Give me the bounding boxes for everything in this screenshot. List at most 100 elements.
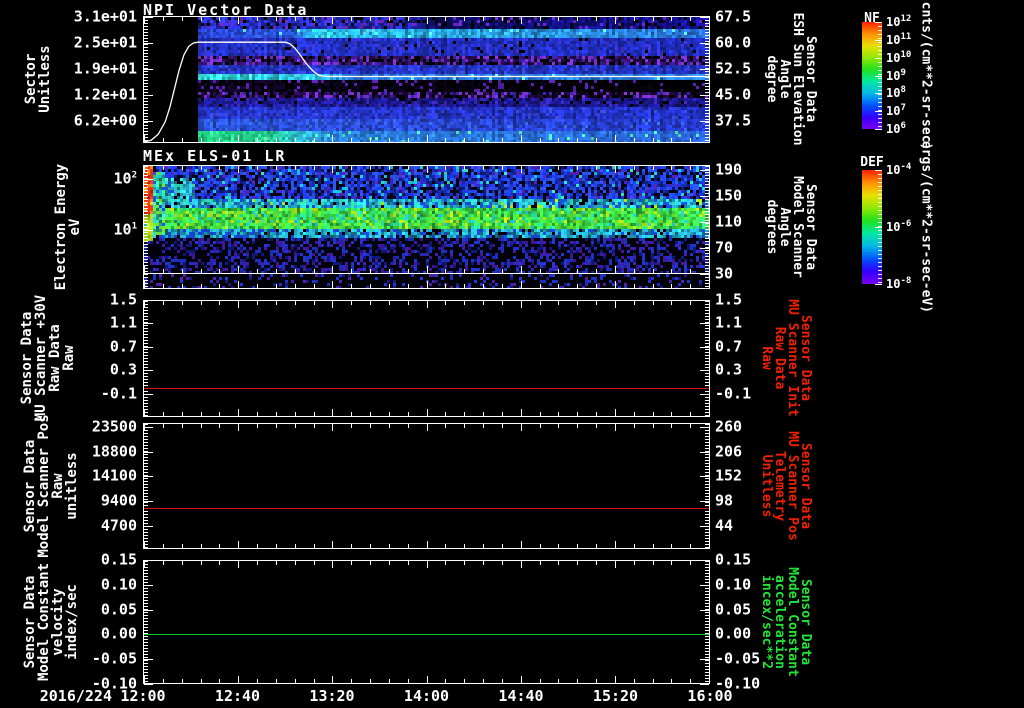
axis-tick — [388, 301, 390, 305]
y-axis-label-left: Sensor Data Model Constant velocity inde… — [22, 562, 80, 682]
colorbar-tick-label: 107 — [886, 103, 906, 119]
colorbar-tick-label: 1010 — [886, 49, 912, 65]
axis-tick — [700, 170, 709, 171]
colorbar-tick-label: 106 — [886, 121, 906, 136]
axis-tick — [690, 561, 692, 565]
axis-tick — [370, 544, 371, 548]
axis-tick — [200, 679, 202, 683]
axis-tick — [596, 284, 597, 288]
axis-tick — [144, 526, 153, 527]
axis-tick — [407, 544, 409, 548]
axis-tick — [144, 452, 153, 453]
axis-tick — [539, 679, 541, 683]
axis-tick — [520, 424, 522, 431]
x-tick-label: 16:00 — [687, 687, 733, 705]
axis-tick — [238, 561, 240, 568]
axis-tick — [700, 427, 709, 428]
axis-tick — [370, 561, 371, 565]
axis-tick — [709, 561, 710, 568]
axis-tick — [313, 284, 315, 288]
axis-tick — [162, 424, 164, 428]
x-tick-label: 14:40 — [498, 687, 544, 705]
axis-tick — [313, 166, 315, 170]
axis-tick — [709, 266, 710, 273]
axis-tick — [294, 544, 296, 548]
axis-tick — [181, 679, 183, 683]
y-axis-label-right: Sensor Data MU Scanner Init Raw Data Raw — [759, 299, 813, 417]
axis-tick — [445, 679, 447, 683]
axis-tick — [294, 166, 296, 170]
axis-tick — [633, 166, 635, 170]
axis-tick — [614, 301, 616, 308]
y-tick-label: 0.05 — [715, 600, 752, 619]
axis-tick — [219, 424, 221, 428]
axis-tick — [501, 561, 503, 565]
minor-tick-comb — [705, 301, 709, 416]
axis-tick — [671, 544, 673, 548]
y-tick-label: 67.5 — [715, 7, 752, 26]
axis-tick — [351, 412, 353, 416]
y-axis-label-right: Sensor Data MU Scanner Pos Telemetry Uni… — [759, 431, 813, 541]
y-tick-label: 2.5e+01 — [73, 33, 137, 52]
axis-tick — [257, 412, 258, 416]
axis-tick — [596, 424, 597, 428]
axis-tick — [596, 166, 597, 170]
panel-divider — [144, 273, 709, 274]
axis-tick — [577, 679, 579, 683]
y-axis-label-left: Sector Unitless — [23, 45, 53, 113]
axis-tick — [238, 409, 240, 416]
axis-tick — [700, 684, 709, 685]
axis-tick — [700, 526, 709, 527]
axis-tick — [501, 166, 503, 170]
y-tick-label: 45.0 — [715, 85, 752, 104]
axis-tick — [633, 561, 635, 565]
axis-tick — [875, 39, 882, 41]
axis-tick — [388, 561, 390, 565]
axis-tick — [671, 166, 673, 170]
axis-tick — [700, 394, 709, 395]
axis-tick — [464, 301, 466, 305]
axis-tick — [539, 284, 541, 288]
axis-tick — [464, 284, 466, 288]
minor-tick-comb — [705, 561, 709, 683]
x-tick-label: 12:00 — [120, 687, 166, 705]
axis-tick — [388, 284, 390, 288]
axis-tick — [875, 170, 882, 171]
axis-tick — [875, 57, 882, 59]
axis-tick — [426, 301, 428, 308]
axis-tick — [652, 679, 654, 683]
panel-mu-scanner-30v — [143, 300, 710, 417]
axis-tick — [275, 424, 277, 428]
axis-tick — [709, 541, 710, 548]
data-line — [144, 634, 709, 635]
colorbar-title: DEF — [860, 155, 884, 170]
axis-tick — [464, 561, 466, 565]
axis-tick — [633, 412, 635, 416]
axis-tick — [257, 284, 258, 288]
axis-tick — [577, 166, 579, 170]
axis-tick — [501, 284, 503, 288]
y-axis-label-left: Sensor Data MU Scanner +30V Raw Data Raw — [19, 294, 77, 422]
y-tick-label: 70 — [715, 238, 734, 257]
axis-tick — [652, 301, 654, 305]
axis-tick — [501, 544, 503, 548]
axis-tick — [700, 610, 709, 611]
axis-tick — [596, 301, 597, 305]
y-tick-label: 260 — [715, 417, 743, 436]
y-tick-label: 190 — [715, 160, 743, 179]
axis-tick — [426, 561, 428, 568]
axis-tick — [144, 585, 153, 586]
axis-tick — [275, 679, 277, 683]
axis-tick — [558, 301, 560, 305]
axis-tick — [144, 476, 153, 477]
axis-tick — [614, 424, 616, 431]
axis-tick — [144, 659, 153, 660]
axis-tick — [445, 424, 447, 428]
y-tick-label: 44 — [715, 516, 734, 535]
axis-tick — [257, 166, 258, 170]
y-tick-label: 206 — [715, 442, 743, 461]
colorbar-tick-label: 108 — [886, 85, 906, 101]
axis-tick — [483, 424, 484, 428]
axis-tick — [464, 412, 466, 416]
axis-tick — [577, 424, 579, 428]
